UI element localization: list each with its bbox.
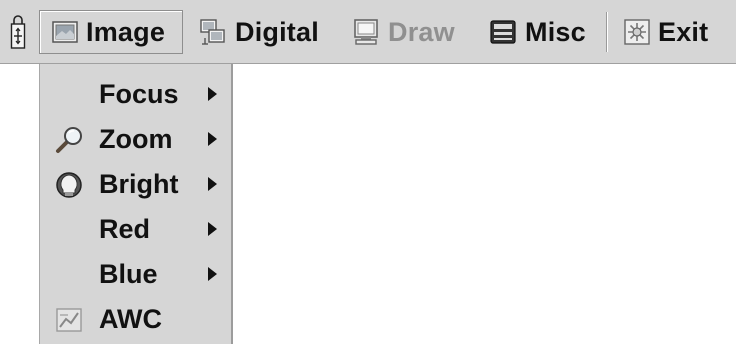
menu-digital[interactable]: Digital	[195, 10, 333, 54]
dropdown-item-blue[interactable]: Blue	[40, 252, 232, 296]
exit-icon	[624, 19, 650, 45]
menu-misc-label: Misc	[525, 16, 586, 47]
image-dropdown-menu: Focus Zoom Bright Red Blue AWC	[39, 64, 233, 344]
magnifier-icon	[56, 127, 82, 153]
digital-icon	[200, 19, 225, 45]
menu-image-label: Image	[86, 16, 166, 47]
dropdown-item-label: Focus	[99, 78, 179, 109]
dropdown-item-bright[interactable]: Bright	[40, 162, 232, 206]
dropdown-item-focus[interactable]: Focus	[40, 72, 232, 116]
dropdown-item-zoom[interactable]: Zoom	[40, 117, 232, 161]
awc-icon	[56, 308, 82, 332]
misc-icon	[490, 20, 516, 44]
image-icon	[52, 21, 78, 43]
menu-separator	[606, 12, 608, 52]
drag-handle-icon[interactable]	[9, 14, 27, 50]
submenu-arrow-icon	[208, 267, 217, 281]
menu-draw[interactable]: Draw	[350, 10, 468, 54]
menu-image[interactable]: Image	[39, 10, 183, 54]
submenu-arrow-icon	[208, 177, 217, 191]
menu-digital-label: Digital	[235, 16, 319, 47]
bulb-icon	[56, 172, 82, 198]
dropdown-item-label: Zoom	[99, 123, 173, 154]
submenu-arrow-icon	[208, 132, 217, 146]
dropdown-item-label: Blue	[99, 258, 158, 289]
dropdown-item-label: Bright	[99, 168, 179, 199]
dropdown-item-label: Red	[99, 213, 151, 244]
submenu-arrow-icon	[208, 222, 217, 236]
draw-icon	[354, 19, 378, 45]
submenu-arrow-icon	[208, 87, 217, 101]
menu-exit[interactable]: Exit	[622, 10, 730, 54]
menu-draw-label: Draw	[388, 16, 455, 47]
menu-bar: Image Digital Draw Misc Exit	[0, 0, 736, 64]
dropdown-item-awc[interactable]: AWC	[40, 297, 232, 341]
menu-misc[interactable]: Misc	[487, 10, 599, 54]
dropdown-item-red[interactable]: Red	[40, 207, 232, 251]
menu-exit-label: Exit	[658, 16, 709, 47]
dropdown-item-label: AWC	[99, 303, 162, 334]
